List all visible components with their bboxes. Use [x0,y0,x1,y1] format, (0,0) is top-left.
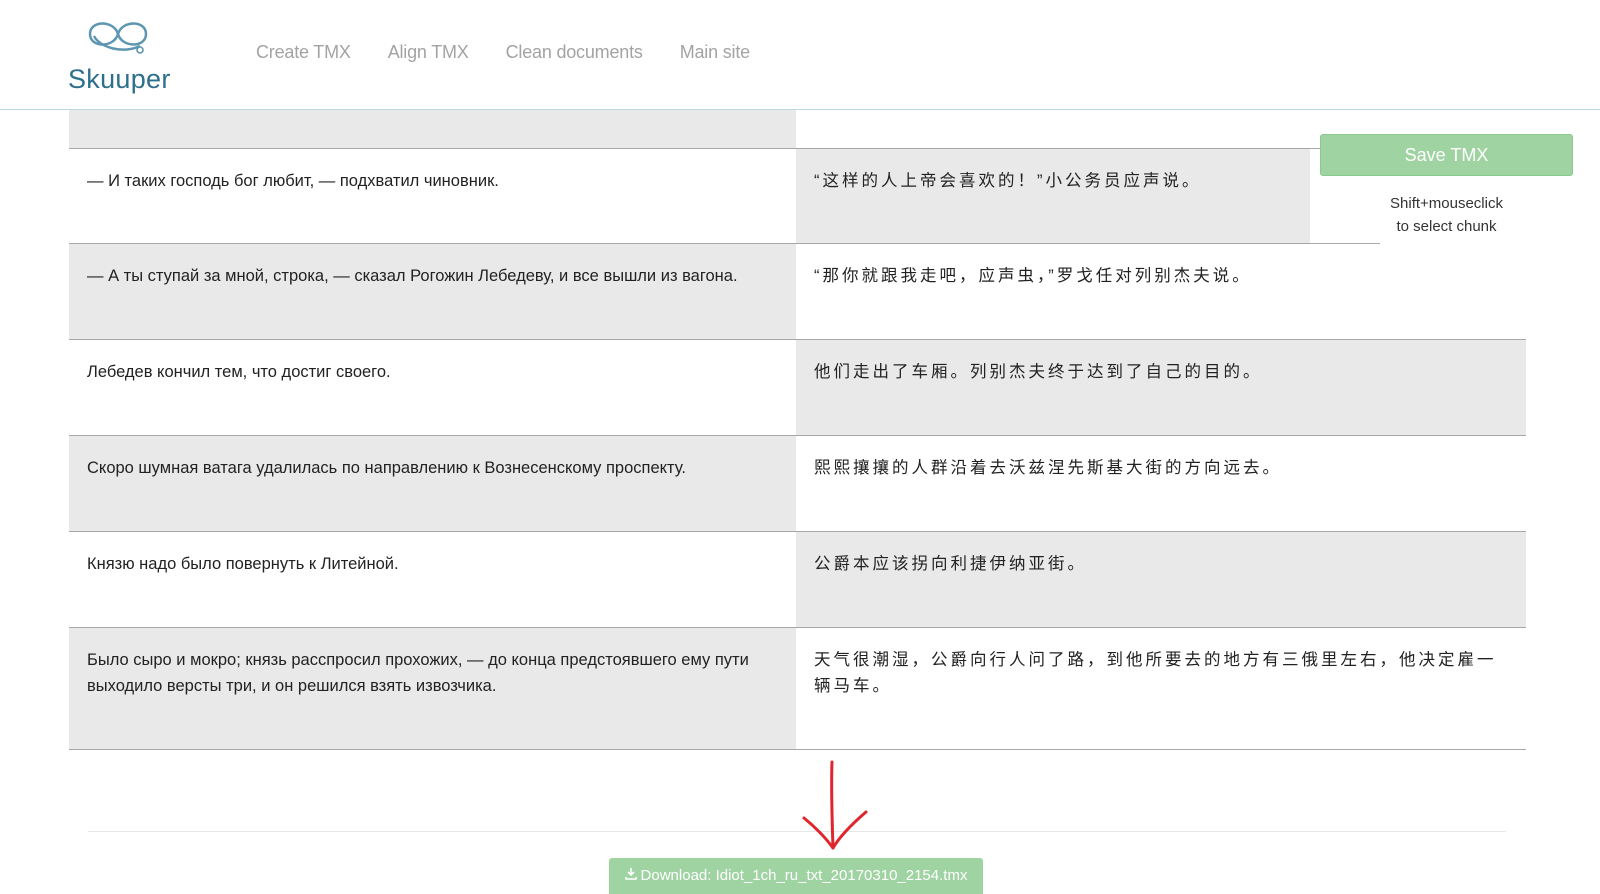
hint-line-2: to select chunk [1396,218,1497,235]
target-cell[interactable]: 公爵本应该拐向利捷伊纳亚街。 [796,532,1526,627]
download-tmx-button[interactable]: Download: Idiot_1ch_ru_txt_20170310_2154… [609,858,983,894]
header: Skuuper Create TMX Align TMX Clean docum… [0,0,1600,110]
download-icon [624,858,637,894]
table-row[interactable] [69,110,1380,149]
logo[interactable]: Skuuper [66,12,176,94]
table-row[interactable]: — И таких господь бог любит, — подхватил… [69,149,1380,244]
hint-line-1: Shift+mouseclick [1390,195,1503,212]
footer-divider [88,831,1506,832]
red-arrow-annotation-icon [802,760,868,850]
target-cell[interactable]: “那你就跟我走吧，应声虫，”罗戈任对列别杰夫说。 [796,244,1526,339]
source-cell[interactable]: Лебедев кончил тем, что достиг своего. [69,340,796,435]
nav-create-tmx[interactable]: Create TMX [256,42,351,63]
top-nav: Create TMX Align TMX Clean documents Mai… [256,42,787,63]
source-cell[interactable]: Князю надо было повернуть к Литейной. [69,532,796,627]
logo-text: Skuuper [68,64,171,94]
target-cell[interactable]: 天气很潮湿，公爵向行人问了路，到他所要去的地方有三俄里左右，他决定雇一辆马车。 [796,628,1526,749]
save-tmx-button[interactable]: Save TMX [1320,134,1573,176]
source-cell[interactable]: — А ты ступай за мной, строка, — сказал … [69,244,796,339]
nav-main-site[interactable]: Main site [680,42,750,63]
target-cell[interactable] [796,110,1310,148]
logo-infinity-icon [88,22,148,54]
table-row[interactable]: — А ты ступай за мной, строка, — сказал … [69,244,1526,340]
target-cell[interactable]: 他们走出了车厢。列别杰夫终于达到了自己的目的。 [796,340,1526,435]
table-row[interactable]: Скоро шумная ватага удалилась по направл… [69,436,1526,532]
download-label: Download: Idiot_1ch_ru_txt_20170310_2154… [640,867,968,884]
source-cell[interactable] [69,110,796,148]
source-cell[interactable]: Было сыро и мокро; князь расспросил прох… [69,628,796,749]
target-cell[interactable]: “这样的人上帝会喜欢的！”小公务员应声说。 [796,149,1310,243]
table-row[interactable]: Князю надо было повернуть к Литейной. 公爵… [69,532,1526,628]
nav-clean-documents[interactable]: Clean documents [506,42,643,63]
table-row[interactable]: Лебедев кончил тем, что достиг своего. 他… [69,340,1526,436]
selection-hint: Shift+mouseclick to select chunk [1320,192,1573,238]
table-row[interactable]: Было сыро и мокро; князь расспросил прох… [69,628,1526,750]
source-cell[interactable]: — И таких господь бог любит, — подхватил… [69,149,796,243]
nav-align-tmx[interactable]: Align TMX [388,42,469,63]
target-cell[interactable]: 熙熙攘攘的人群沿着去沃兹涅先斯基大街的方向远去。 [796,436,1526,531]
source-cell[interactable]: Скоро шумная ватага удалилась по направл… [69,436,796,531]
